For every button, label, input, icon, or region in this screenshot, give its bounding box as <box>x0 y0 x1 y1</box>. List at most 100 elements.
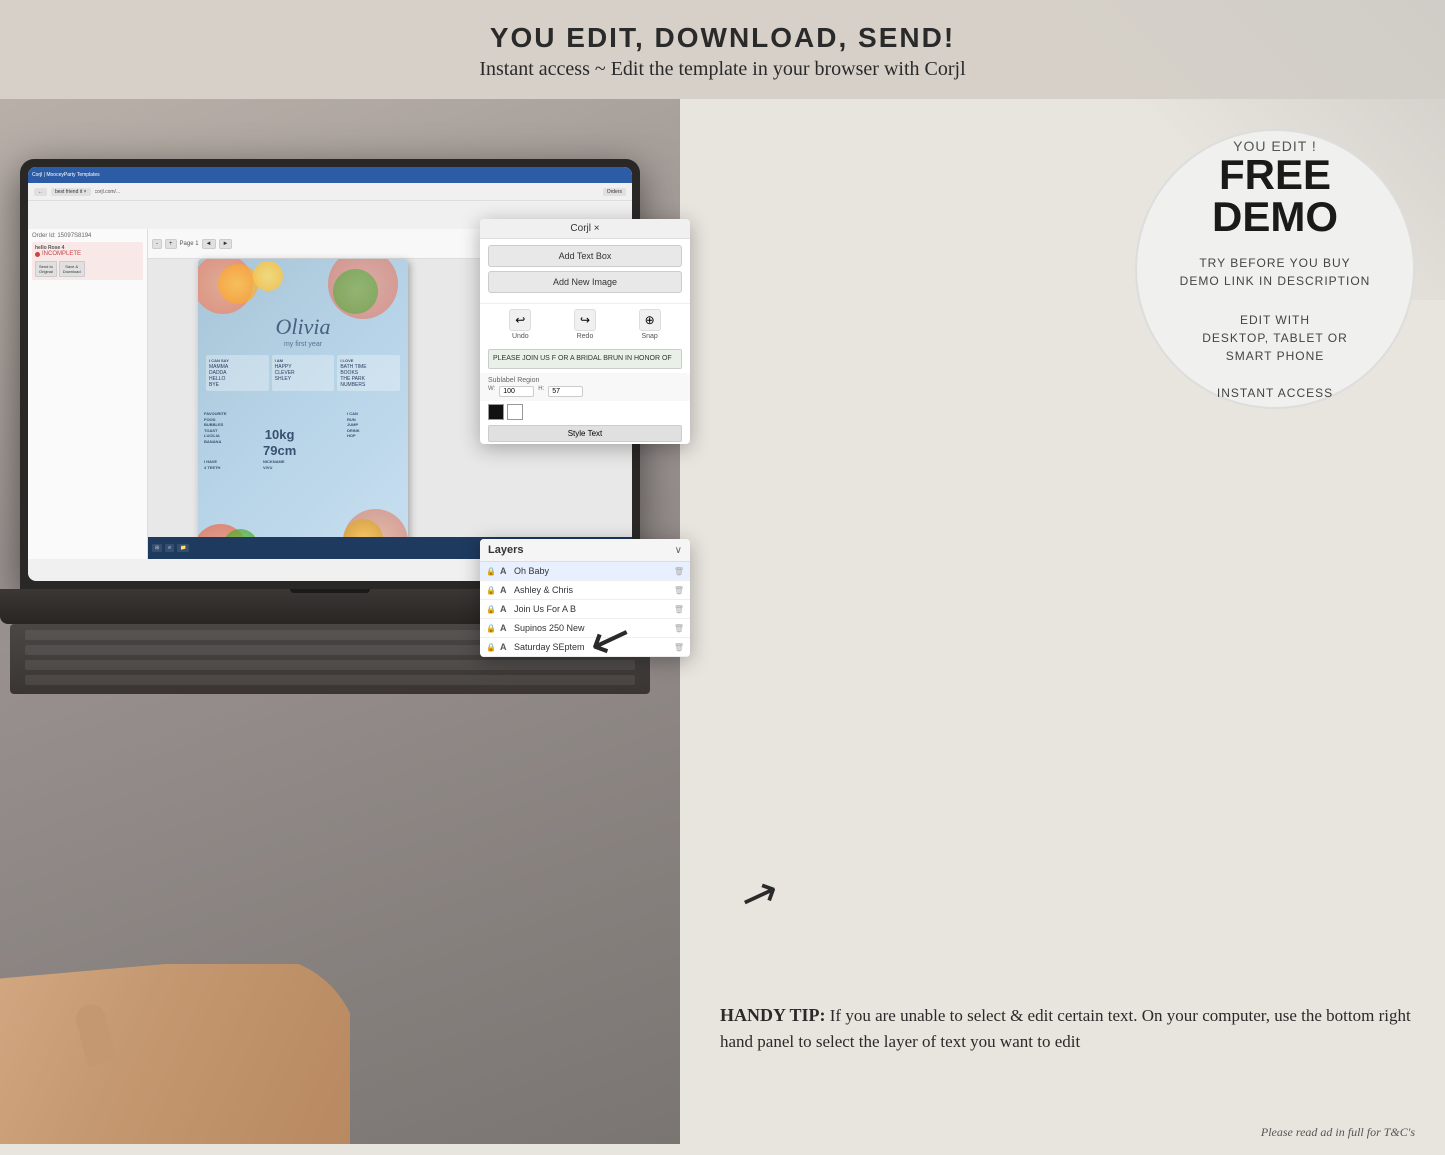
undo-label: Undo <box>512 333 529 340</box>
layer-item-1[interactable]: 🔒 A Ashley & Chris 🗑 <box>480 581 690 600</box>
smartphone-label: SMART PHONE <box>1226 349 1325 363</box>
layers-title: Layers <box>488 544 523 556</box>
flower-4 <box>253 261 283 291</box>
i-have-text: I HAVE4 TEETH <box>204 459 259 470</box>
design-cell-say: I CAN SAY MAMMADADDAHELLOBYE <box>206 355 269 391</box>
layer-type-2: A <box>500 604 510 614</box>
design-fav-food: FAVOURITEFOODBUBBLESTOASTLUCILIABANANA <box>204 411 259 445</box>
resize-fields: W: 100 H: 57 <box>488 386 682 397</box>
design-cell-love: I LOVE BATH TIMEBOOKSTHE PARKNUMBERS <box>337 355 400 391</box>
layer-type-1: A <box>500 585 510 595</box>
leaf-1 <box>333 269 378 314</box>
demo-link-text: DEMO LINK IN DESCRIPTION <box>1180 274 1371 288</box>
banner-line1: YOU EDIT, DOWNLOAD, SEND! <box>0 22 1445 54</box>
top-banner: YOU EDIT, DOWNLOAD, SEND! Instant access… <box>0 0 1445 99</box>
cell-love-value: BATH TIMEBOOKSTHE PARKNUMBERS <box>340 364 397 388</box>
layer-lock-2: 🔒 <box>486 605 496 614</box>
panel-add-section: Add Text Box Add New Image <box>480 239 690 303</box>
layer-del-0[interactable]: 🗑 <box>674 567 684 576</box>
design-weight-area: 10kg79cm <box>263 427 296 458</box>
style-text-btn[interactable]: Style Text <box>488 425 682 442</box>
layer-del-3[interactable]: 🗑 <box>674 624 684 633</box>
toolbar-page: Page 1 <box>180 241 199 247</box>
order-id: Order Id: 15097S8194 <box>32 233 143 239</box>
nav-orders[interactable]: Orders <box>603 188 626 196</box>
cell-love-label: I LOVE <box>340 358 397 363</box>
right-side: YOU EDIT ! FREE DEMO TRY BEFORE YOU BUY … <box>680 99 1445 1144</box>
devices-label: DESKTOP, TABLET OR <box>1202 331 1348 345</box>
panel-colors <box>480 401 690 423</box>
layer-del-2[interactable]: 🗑 <box>674 605 684 614</box>
footer-note: Please read ad in full for T&C's <box>1261 1125 1415 1140</box>
height-field[interactable]: 57 <box>548 386 583 397</box>
layer-del-1[interactable]: 🗑 <box>674 586 684 595</box>
layers-expand-icon[interactable]: ∨ <box>675 545 682 556</box>
arrow-to-layers: ↙ <box>732 866 786 929</box>
layer-lock-4: 🔒 <box>486 643 496 652</box>
nav-back[interactable]: ← <box>34 188 47 196</box>
layer-lock-0: 🔒 <box>486 567 496 576</box>
hand-area <box>0 964 350 1144</box>
design-cell-am: I AM HAPPYCLEVERSHLEY <box>272 355 335 391</box>
redo-label: Redo <box>577 333 594 340</box>
keyboard-row-3 <box>25 660 635 670</box>
snap-icon[interactable]: ⊕ <box>639 309 661 331</box>
toolbar-next[interactable]: ► <box>219 239 233 249</box>
taskbar-app2[interactable]: 📁 <box>177 544 189 552</box>
panel-tools: ↩ Undo ↪ Redo ⊕ Snap <box>480 303 690 345</box>
design-nickname: NICKNAMEVIVU <box>263 459 333 470</box>
panel-title: Corjl × <box>570 223 599 234</box>
layer-lock-1: 🔒 <box>486 586 496 595</box>
layer-item-2[interactable]: 🔒 A Join Us For A B 🗑 <box>480 600 690 619</box>
demo-try-before: TRY BEFORE YOU BUY DEMO LINK IN DESCRIPT… <box>1180 254 1371 290</box>
design-i-have: I HAVE4 TEETH <box>204 459 259 470</box>
nav-url[interactable]: corjl.com/... <box>95 189 599 195</box>
corjl-top-bar: Corjl | MooceyParty Templates <box>28 167 632 183</box>
flower-2 <box>218 264 258 304</box>
nickname-text: NICKNAMEVIVU <box>263 459 333 470</box>
demo-demo-text: DEMO <box>1212 196 1338 238</box>
layer-name-1: Ashley & Chris <box>514 585 670 595</box>
toolbar-prev[interactable]: ◄ <box>202 239 216 249</box>
status-text: INCOMPLETE <box>42 251 81 257</box>
taskbar-app1[interactable]: e <box>165 544 174 552</box>
action-btn-2[interactable]: Save &Download <box>59 261 85 277</box>
snap-tool: ⊕ Snap <box>639 309 661 340</box>
layer-item-3[interactable]: 🔒 A Supinos 250 New 🗑 <box>480 619 690 638</box>
snap-label: Snap <box>641 333 657 340</box>
layer-del-4[interactable]: 🗑 <box>674 643 684 652</box>
size-h-label: H: <box>538 386 544 397</box>
nav-tab[interactable]: best friend it × <box>51 188 91 196</box>
undo-icon[interactable]: ↩ <box>509 309 531 331</box>
order-actions: Send toOriginal Save &Download <box>35 261 140 277</box>
layers-panel: Layers ∨ 🔒 A Oh Baby 🗑 🔒 A Ashley & Chri… <box>480 539 690 657</box>
main-area: corjl.com/templates Corjl | MooceyParty … <box>0 99 1445 1144</box>
add-new-image-btn[interactable]: Add New Image <box>488 271 682 293</box>
edit-with-label: EDIT WITH <box>1240 313 1310 327</box>
toolbar-zoom-out[interactable]: - <box>152 239 162 249</box>
panel-header: Corjl × <box>480 219 690 239</box>
panel-text-content: PLEASE JOIN US F OR A BRIDAL BRUN IN HON… <box>493 355 672 362</box>
undo-tool: ↩ Undo <box>509 309 531 340</box>
try-before-text: TRY BEFORE YOU BUY <box>1199 256 1350 270</box>
demo-free-text: FREE <box>1219 154 1331 196</box>
redo-icon[interactable]: ↪ <box>574 309 596 331</box>
laptop-notch <box>290 589 370 593</box>
color-black[interactable] <box>488 404 504 420</box>
layer-type-0: A <box>500 566 510 576</box>
cell-am-label: I AM <box>275 358 332 363</box>
corjl-nav: ← best friend it × corjl.com/... Orders <box>28 183 632 201</box>
handy-tip-label: HANDY TIP: <box>720 1005 826 1025</box>
toolbar-zoom-in[interactable]: + <box>165 239 177 249</box>
demo-instant-text: INSTANT ACCESS <box>1217 386 1333 400</box>
width-field[interactable]: 100 <box>499 386 534 397</box>
cell-am-value: HAPPYCLEVERSHLEY <box>275 364 332 382</box>
add-text-box-btn[interactable]: Add Text Box <box>488 245 682 267</box>
cell-say-label: I CAN SAY <box>209 358 266 363</box>
layer-item-0[interactable]: 🔒 A Oh Baby 🗑 <box>480 562 690 581</box>
action-btn-1[interactable]: Send toOriginal <box>35 261 57 277</box>
color-white[interactable] <box>507 404 523 420</box>
panel-resize-section: Sublabel Region W: 100 H: 57 <box>480 373 690 401</box>
taskbar-start[interactable]: ⊞ <box>152 544 162 552</box>
design-subtitle: my first year <box>198 341 408 348</box>
